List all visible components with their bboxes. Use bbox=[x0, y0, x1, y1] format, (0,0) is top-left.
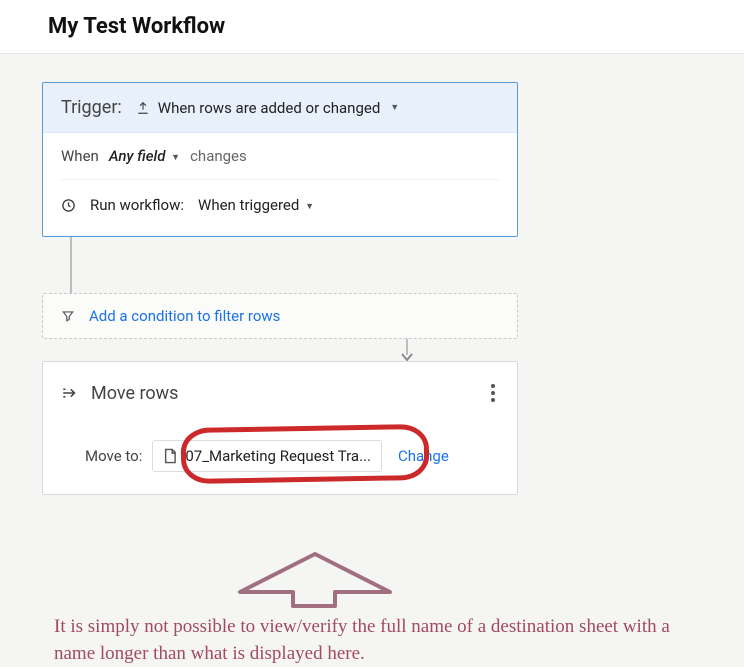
annotation-caption: It is simply not possible to view/verify… bbox=[54, 614, 704, 667]
caret-down-icon: ▼ bbox=[305, 202, 314, 212]
trigger-type-label: When rows are added or changed bbox=[158, 99, 381, 117]
more-icon[interactable] bbox=[487, 380, 499, 406]
workflow-canvas: Trigger: When rows are added or changed … bbox=[0, 54, 744, 495]
filter-icon bbox=[61, 309, 75, 323]
caret-down-icon: ▼ bbox=[171, 153, 180, 163]
destination-name: 07_Marketing Request Tra... bbox=[185, 447, 371, 465]
connector-arrow bbox=[70, 339, 744, 361]
sheet-icon bbox=[163, 448, 177, 464]
trigger-when-row: When Any field ▼ changes bbox=[61, 147, 499, 180]
action-title: Move rows bbox=[91, 383, 475, 404]
trigger-label: Trigger: bbox=[61, 97, 122, 118]
trigger-header[interactable]: Trigger: When rows are added or changed … bbox=[43, 83, 517, 133]
caret-down-icon: ▼ bbox=[390, 102, 399, 113]
clock-icon bbox=[61, 198, 76, 213]
add-condition-link: Add a condition to filter rows bbox=[89, 307, 280, 325]
moveto-label: Move to: bbox=[85, 447, 142, 465]
add-condition-block[interactable]: Add a condition to filter rows bbox=[42, 293, 518, 339]
changes-label: changes bbox=[190, 147, 247, 165]
upload-icon bbox=[136, 101, 150, 115]
page-header: My Test Workflow bbox=[0, 0, 744, 54]
change-link[interactable]: Change bbox=[398, 447, 449, 465]
trigger-body: When Any field ▼ changes Run workflow: W… bbox=[43, 133, 517, 236]
destination-sheet[interactable]: 07_Marketing Request Tra... bbox=[152, 440, 382, 472]
action-block: Move rows Move to: 07_Marketing Request … bbox=[42, 361, 518, 495]
run-workflow-label: Run workflow: bbox=[90, 196, 184, 214]
trigger-block: Trigger: When rows are added or changed … bbox=[42, 82, 518, 237]
action-header: Move rows bbox=[61, 380, 499, 406]
run-schedule-select[interactable]: When triggered ▼ bbox=[198, 196, 314, 214]
field-select[interactable]: Any field ▼ bbox=[109, 147, 180, 165]
connector-line bbox=[70, 237, 72, 293]
run-workflow-row: Run workflow: When triggered ▼ bbox=[61, 180, 499, 232]
move-rows-icon bbox=[61, 386, 79, 400]
action-body: Move to: 07_Marketing Request Tra... Cha… bbox=[61, 406, 499, 472]
annotation-arrow bbox=[230, 548, 400, 610]
trigger-type-select[interactable]: When rows are added or changed ▼ bbox=[136, 99, 399, 117]
when-label: When bbox=[61, 147, 99, 165]
page-title: My Test Workflow bbox=[48, 14, 744, 39]
